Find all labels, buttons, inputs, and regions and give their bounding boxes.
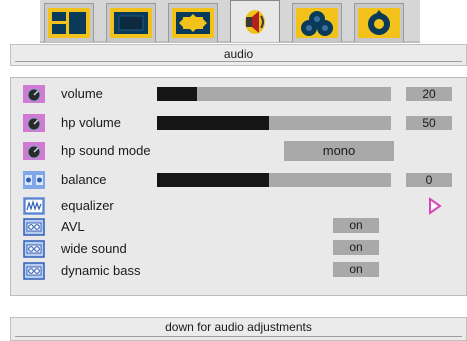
audio-settings-panel: volume 20 hp volume 50 hp sound mode mon…	[10, 77, 467, 296]
color-circles-icon	[296, 8, 338, 38]
balance-value: 0	[406, 173, 452, 187]
dynamic-bass-value[interactable]: on	[333, 262, 379, 277]
wide-sound-value[interactable]: on	[333, 240, 379, 255]
tab-image-format[interactable]	[168, 3, 218, 42]
avl-value[interactable]: on	[333, 218, 379, 233]
submenu-arrow-icon[interactable]	[428, 197, 442, 215]
dynamic-bass-icon	[23, 262, 45, 280]
balance-label: balance	[61, 172, 107, 187]
menu-item-hp-sound-mode[interactable]: hp sound mode mono	[11, 141, 467, 161]
avl-label: AVL	[61, 219, 85, 234]
page-title: audio	[223, 47, 254, 61]
volume-knob-icon	[23, 85, 45, 103]
menu-item-hp-volume[interactable]: hp volume 50	[11, 113, 467, 133]
menu-item-balance[interactable]: balance 0	[11, 170, 467, 190]
help-text: down for audio adjustments	[165, 320, 312, 334]
menu-title-bar: audio	[10, 44, 467, 66]
tab-screen[interactable]	[106, 3, 156, 42]
installation-icon	[358, 8, 400, 38]
balance-slider[interactable]	[157, 173, 391, 187]
hp-volume-label: hp volume	[61, 115, 121, 130]
hp-sound-mode-knob-icon	[23, 142, 45, 160]
wide-sound-icon	[23, 240, 45, 258]
hp-volume-value: 50	[406, 116, 452, 130]
hp-volume-slider-fill	[157, 116, 269, 130]
menu-item-volume[interactable]: volume 20	[11, 84, 467, 104]
menu-item-equalizer[interactable]: equalizer	[11, 196, 467, 216]
status-underline	[15, 336, 462, 337]
volume-slider[interactable]	[157, 87, 391, 101]
volume-value: 20	[406, 87, 452, 101]
tab-picture-layout[interactable]	[44, 3, 94, 42]
equalizer-icon	[23, 197, 45, 215]
menu-item-wide-sound[interactable]: wide sound on	[11, 239, 467, 259]
balance-icon	[23, 171, 45, 189]
menu-item-dynamic-bass[interactable]: dynamic bass on	[11, 261, 467, 281]
balance-slider-fill	[157, 173, 269, 187]
wide-sound-label: wide sound	[61, 241, 127, 256]
hp-volume-slider[interactable]	[157, 116, 391, 130]
title-underline	[15, 61, 462, 62]
hp-sound-mode-value[interactable]: mono	[284, 141, 394, 161]
equalizer-label: equalizer	[61, 198, 114, 213]
tab-audio[interactable]	[230, 0, 280, 42]
screen-icon	[110, 8, 152, 38]
avl-icon	[23, 218, 45, 236]
speaker-icon	[234, 7, 276, 38]
image-format-icon	[172, 8, 214, 38]
help-status-bar: down for audio adjustments	[10, 317, 467, 341]
tab-color[interactable]	[292, 3, 342, 42]
hp-sound-mode-label: hp sound mode	[61, 143, 151, 158]
dynamic-bass-label: dynamic bass	[61, 263, 141, 278]
menu-item-avl[interactable]: AVL on	[11, 217, 467, 237]
volume-slider-fill	[157, 87, 197, 101]
volume-label: volume	[61, 86, 103, 101]
menu-tab-bar	[40, 0, 420, 43]
tab-installation[interactable]	[354, 3, 404, 42]
picture-layout-icon	[48, 8, 90, 38]
hp-volume-knob-icon	[23, 114, 45, 132]
